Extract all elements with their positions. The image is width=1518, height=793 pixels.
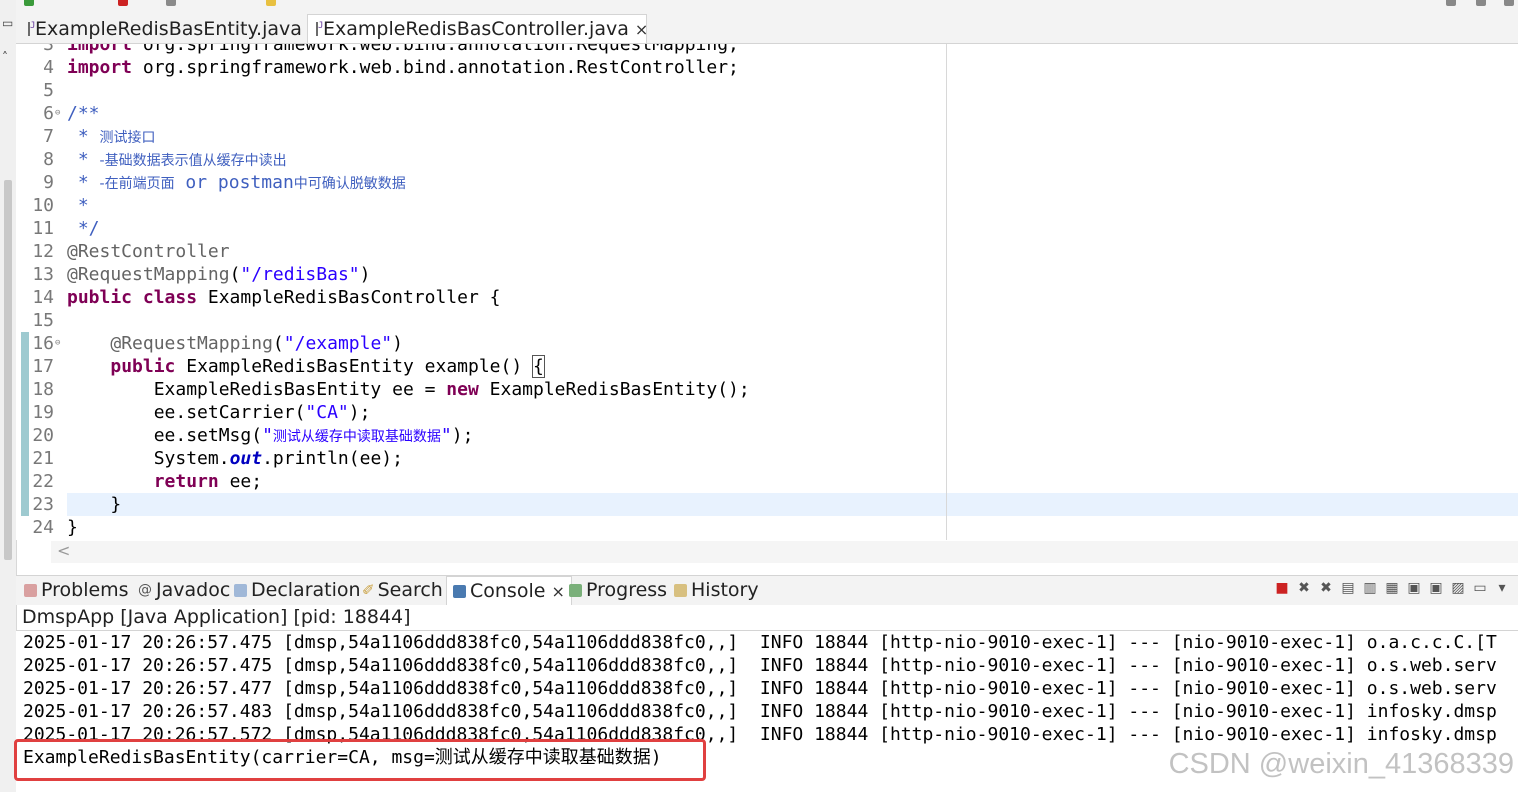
open-folder-icon[interactable] bbox=[266, 0, 276, 6]
forward-icon[interactable] bbox=[1476, 0, 1486, 6]
tab-declaration[interactable]: Declaration bbox=[234, 576, 361, 604]
tab-label: ExampleRedisBasController.java bbox=[323, 18, 629, 40]
scroll-lock-icon[interactable]: ▥ bbox=[1362, 580, 1378, 596]
tab-progress[interactable]: Progress bbox=[569, 576, 667, 604]
display-console-icon[interactable]: ▭ bbox=[1472, 580, 1488, 596]
editor-tab-bar: ExampleRedisBasEntity.java ExampleRedisB… bbox=[16, 10, 1518, 44]
tab-label: ExampleRedisBasEntity.java bbox=[35, 17, 302, 40]
console-icon bbox=[453, 584, 466, 598]
scroll-left-icon[interactable]: < bbox=[57, 541, 70, 560]
console-line: 2025-01-17 20:26:57.475 [dmsp,54a1106ddd… bbox=[23, 632, 1497, 653]
tab-search[interactable]: ✐ Search bbox=[362, 576, 443, 604]
console-line: 2025-01-17 20:26:57.483 [dmsp,54a1106ddd… bbox=[23, 701, 1497, 722]
word-wrap-icon[interactable]: ▦ bbox=[1384, 580, 1400, 596]
progress-icon bbox=[569, 583, 582, 597]
search-icon: ✐ bbox=[362, 581, 375, 599]
show-on-error-icon[interactable]: ▣ bbox=[1428, 580, 1444, 596]
close-tab-icon[interactable]: × bbox=[551, 582, 564, 601]
current-line-highlight bbox=[67, 493, 1518, 516]
console-line: 2025-01-17 20:26:57.475 [dmsp,54a1106ddd… bbox=[23, 655, 1497, 676]
tab-label: Javadoc bbox=[156, 579, 231, 601]
editor-horizontal-scrollbar[interactable]: < bbox=[51, 541, 1518, 563]
main-toolbar bbox=[16, 0, 1518, 10]
declaration-icon bbox=[234, 583, 247, 597]
tab-label: Search bbox=[377, 579, 443, 601]
java-file-icon bbox=[316, 21, 323, 36]
window-icon[interactable] bbox=[1504, 0, 1514, 6]
tab-label: Declaration bbox=[251, 579, 361, 601]
watermark: CSDN @weixin_41368339 bbox=[1168, 748, 1514, 780]
tab-label: Console bbox=[470, 580, 546, 602]
console-toolbar: ■ ✖ ✖ ▤ ▥ ▦ ▣ ▣ ▨ ▭ ▾ bbox=[1274, 580, 1510, 596]
tab-history[interactable]: History bbox=[674, 576, 759, 604]
pin-console-icon[interactable]: ▨ bbox=[1450, 580, 1466, 596]
left-side-strip: ▭ ˄ bbox=[0, 0, 17, 792]
tab-label: Problems bbox=[41, 579, 129, 601]
problems-icon bbox=[24, 583, 37, 597]
java-file-icon bbox=[28, 21, 35, 36]
tab-label: History bbox=[691, 579, 759, 601]
tab-controller-java[interactable]: ExampleRedisBasController.java × bbox=[307, 14, 648, 43]
back-icon[interactable] bbox=[1446, 0, 1456, 6]
print-margin bbox=[946, 44, 947, 540]
tab-label: Progress bbox=[586, 579, 668, 601]
tab-problems[interactable]: Problems bbox=[24, 576, 129, 604]
fold-toggle-icon[interactable]: ⊖ bbox=[55, 332, 60, 355]
tab-console[interactable]: Console × bbox=[446, 576, 572, 605]
console-process-label: DmspApp [Java Application] [pid: 18844] bbox=[22, 606, 411, 628]
scrollbar-thumb[interactable] bbox=[4, 180, 12, 560]
bottom-view-tabs: Problems @ Javadoc Declaration ✐ Search … bbox=[16, 575, 1518, 605]
code-editor[interactable]: 3 import org.springframework.web.bind.ann… bbox=[16, 44, 1518, 540]
tab-entity-java[interactable]: ExampleRedisBasEntity.java bbox=[20, 14, 306, 43]
red-highlight-box bbox=[14, 739, 706, 781]
toolbar-tool-icon[interactable] bbox=[166, 0, 176, 6]
run-icon[interactable] bbox=[24, 0, 34, 6]
view-menu-chevron-down-icon[interactable]: ▾ bbox=[1494, 580, 1510, 596]
close-tab-icon[interactable]: × bbox=[635, 20, 648, 39]
remove-launch-icon[interactable]: ✖ bbox=[1296, 580, 1312, 596]
clear-console-icon[interactable]: ▤ bbox=[1340, 580, 1356, 596]
javadoc-icon: @ bbox=[138, 582, 152, 598]
stop-icon[interactable] bbox=[118, 0, 128, 6]
remove-all-icon[interactable]: ✖ bbox=[1318, 580, 1334, 596]
fold-toggle-icon[interactable]: ⊖ bbox=[55, 102, 60, 125]
show-on-output-icon[interactable]: ▣ bbox=[1406, 580, 1422, 596]
terminate-icon[interactable]: ■ bbox=[1274, 580, 1290, 596]
tab-javadoc[interactable]: @ Javadoc bbox=[138, 576, 230, 604]
restore-icon[interactable]: ▭ bbox=[2, 16, 13, 30]
history-icon bbox=[674, 583, 687, 597]
console-line: 2025-01-17 20:26:57.477 [dmsp,54a1106ddd… bbox=[23, 678, 1497, 699]
chevron-up-icon[interactable]: ˄ bbox=[2, 50, 8, 64]
